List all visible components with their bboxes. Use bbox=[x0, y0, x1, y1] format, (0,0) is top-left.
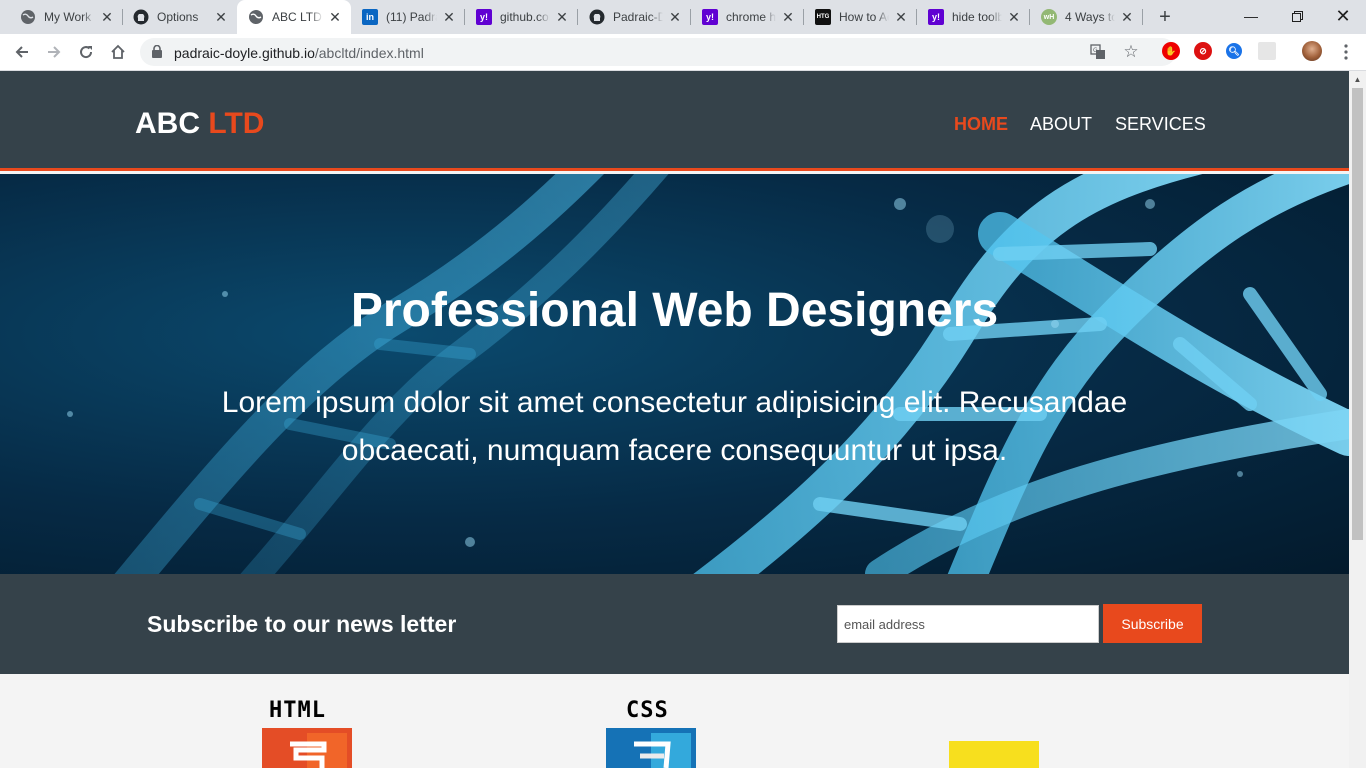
url-text: padraic-doyle.github.io/abcltd/index.htm… bbox=[174, 45, 424, 61]
hero-title: Professional Web Designers bbox=[350, 284, 999, 337]
close-tab-icon[interactable]: ✕ bbox=[1006, 9, 1022, 25]
nav-services[interactable]: Services bbox=[1115, 114, 1206, 135]
hero-text: Lorem ipsum dolor sit amet consectetur a… bbox=[221, 386, 1128, 467]
tab-title: Options bbox=[157, 10, 199, 24]
logo-highlight: LTD bbox=[208, 107, 265, 140]
newsletter-heading: Subscribe to our news letter bbox=[147, 611, 457, 637]
forward-icon[interactable] bbox=[40, 38, 68, 66]
subscribe-button[interactable]: Subscribe bbox=[1103, 604, 1202, 643]
tab-title: chrome hide bbox=[726, 10, 776, 24]
back-icon[interactable] bbox=[8, 38, 36, 66]
globe-icon bbox=[248, 9, 264, 25]
close-tab-icon[interactable]: ✕ bbox=[213, 9, 229, 25]
lock-icon[interactable] bbox=[152, 44, 162, 63]
profile-avatar[interactable] bbox=[1302, 41, 1322, 61]
restore-icon[interactable] bbox=[1274, 0, 1320, 32]
github-icon bbox=[133, 9, 149, 25]
minimize-icon[interactable]: — bbox=[1228, 0, 1274, 32]
tab-title: ABC LTD bbox=[272, 10, 322, 24]
tab-github-search[interactable]: y! github.com ✕ bbox=[465, 0, 578, 34]
close-tab-icon[interactable]: ✕ bbox=[667, 9, 683, 25]
wikihow-icon: wH bbox=[1041, 9, 1057, 25]
tab-title: My Work bbox=[44, 10, 92, 24]
close-tab-icon[interactable]: ✕ bbox=[893, 9, 909, 25]
globe-icon bbox=[20, 9, 36, 25]
tab-how-to[interactable]: HTG How to Add ✕ bbox=[804, 0, 917, 34]
tab-my-work[interactable]: My Work ✕ bbox=[0, 0, 123, 34]
home-icon[interactable] bbox=[104, 38, 132, 66]
menu-dots-icon[interactable] bbox=[1332, 38, 1360, 66]
scrollbar-thumb[interactable] bbox=[1352, 88, 1363, 540]
scroll-up-arrow-icon[interactable]: ▲ bbox=[1353, 75, 1362, 84]
tab-title: (11) Padraic bbox=[386, 10, 437, 24]
tab-title: hide toolbar bbox=[952, 10, 1002, 24]
close-tab-icon[interactable]: ✕ bbox=[441, 9, 457, 25]
tech-badges-section: HTML CSS bbox=[0, 674, 1349, 768]
close-tab-icon[interactable]: ✕ bbox=[99, 9, 115, 25]
site-header: ABC LTD Home About Services bbox=[0, 71, 1349, 171]
tab-title: Padraic-Doyle bbox=[613, 10, 663, 24]
css3-logo-icon bbox=[606, 728, 696, 768]
css-badge-label: CSS bbox=[626, 698, 669, 723]
linkedin-icon: in bbox=[362, 9, 378, 25]
html-badge-label: HTML bbox=[269, 698, 326, 723]
newsletter-section: Subscribe to our news letter Subscribe bbox=[0, 574, 1349, 674]
adblock-extension-icon[interactable]: ✋ bbox=[1162, 42, 1180, 60]
pdf-extension-icon[interactable]: ⊘ bbox=[1194, 42, 1212, 60]
nav-about[interactable]: About bbox=[1030, 114, 1092, 135]
svg-text:G: G bbox=[1093, 47, 1098, 54]
tab-chrome-hide[interactable]: y! chrome hide ✕ bbox=[691, 0, 804, 34]
htg-icon: HTG bbox=[815, 9, 831, 25]
yahoo-icon: y! bbox=[928, 9, 944, 25]
tab-hide-toolbar[interactable]: y! hide toolbar ✕ bbox=[917, 0, 1030, 34]
translate-icon[interactable]: G bbox=[1090, 44, 1106, 60]
tab-4-ways[interactable]: wH 4 Ways to ✕ bbox=[1030, 0, 1143, 34]
close-tab-icon[interactable]: ✕ bbox=[780, 9, 796, 25]
extension-placeholder-icon[interactable] bbox=[1258, 42, 1276, 60]
dna-helix-background bbox=[67, 174, 1349, 574]
tab-linkedin[interactable]: in (11) Padraic ✕ bbox=[351, 0, 465, 34]
tab-title: 4 Ways to bbox=[1065, 10, 1115, 24]
reload-icon[interactable] bbox=[72, 38, 100, 66]
nav-home[interactable]: Home bbox=[954, 114, 1008, 135]
tab-title: github.com bbox=[500, 10, 550, 24]
close-window-icon[interactable]: ✕ bbox=[1320, 0, 1366, 32]
hero-showcase: Professional Web Designers Lorem ipsum d… bbox=[0, 174, 1349, 574]
bookmark-star-icon[interactable]: ☆ bbox=[1123, 42, 1139, 61]
tab-options[interactable]: Options ✕ bbox=[123, 0, 237, 34]
close-tab-icon[interactable]: ✕ bbox=[554, 9, 570, 25]
github-icon bbox=[589, 9, 605, 25]
javascript-logo-icon bbox=[949, 741, 1039, 768]
html5-logo-icon bbox=[262, 728, 352, 768]
site-logo[interactable]: ABC LTD bbox=[135, 107, 264, 141]
tab-strip: My Work ✕ Options ✕ ABC LTD ✕ in (11) Pa… bbox=[0, 0, 1366, 34]
page-scrollbar[interactable]: ▲ bbox=[1349, 71, 1366, 768]
tab-title: How to Add bbox=[839, 10, 889, 24]
browser-toolbar: padraic-doyle.github.io/abcltd/index.htm… bbox=[0, 34, 1366, 71]
email-field[interactable] bbox=[837, 605, 1099, 643]
tab-abc-ltd[interactable]: ABC LTD ✕ bbox=[237, 0, 351, 34]
new-tab-plus-icon[interactable]: + bbox=[1153, 5, 1177, 29]
search-extension-icon[interactable]: 🔍︎ bbox=[1226, 43, 1242, 59]
close-tab-icon[interactable]: ✕ bbox=[327, 9, 343, 25]
address-bar[interactable]: padraic-doyle.github.io/abcltd/index.htm… bbox=[140, 38, 1176, 66]
yahoo-icon: y! bbox=[702, 9, 718, 25]
tab-padraic-doyle[interactable]: Padraic-Doyle ✕ bbox=[578, 0, 691, 34]
close-tab-icon[interactable]: ✕ bbox=[1119, 9, 1135, 25]
yahoo-icon: y! bbox=[476, 9, 492, 25]
page-viewport: ABC LTD Home About Services bbox=[0, 71, 1349, 768]
